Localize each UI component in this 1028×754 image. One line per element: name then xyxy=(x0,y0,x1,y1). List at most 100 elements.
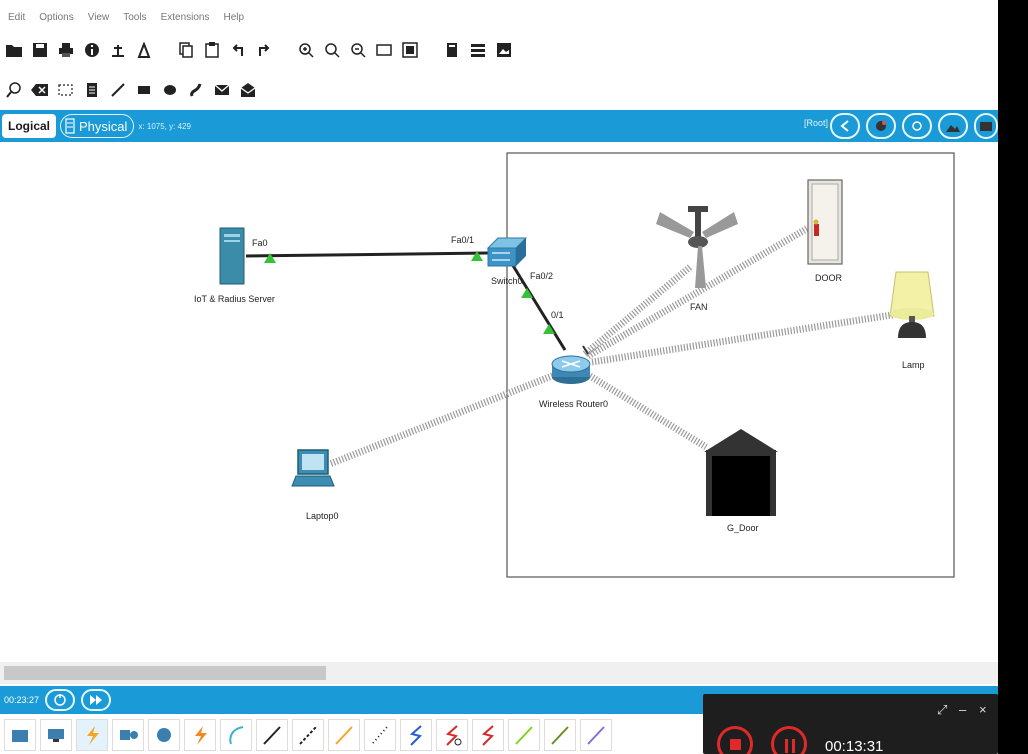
back-arrow-icon xyxy=(840,120,849,132)
add-simple-pdu-icon[interactable] xyxy=(212,80,232,100)
menu-edit[interactable]: Edit xyxy=(8,12,25,23)
add-complex-pdu-icon[interactable] xyxy=(238,80,258,100)
components-icon[interactable] xyxy=(112,719,144,751)
coaxial-cable-icon[interactable] xyxy=(400,719,432,751)
physical-icon xyxy=(65,118,75,134)
zoom-reset-icon[interactable] xyxy=(322,40,342,60)
viewport-button[interactable] xyxy=(974,113,998,139)
list-view-icon[interactable] xyxy=(468,40,488,60)
print-icon[interactable] xyxy=(56,40,76,60)
garage-door-device[interactable]: G_Door xyxy=(704,429,778,533)
select-area-icon[interactable] xyxy=(56,80,76,100)
network-devices-icon[interactable] xyxy=(4,719,36,751)
port-label-router-01: 0/1 xyxy=(551,310,564,320)
server-view-icon[interactable] xyxy=(442,40,462,60)
port-label-server-fa0: Fa0 xyxy=(252,238,268,248)
door-device[interactable]: DOOR xyxy=(807,179,843,283)
network-wizard-icon[interactable] xyxy=(108,40,128,60)
paste-icon[interactable] xyxy=(202,40,222,60)
menu-tools[interactable]: Tools xyxy=(123,12,146,23)
tab-physical-label: Physical xyxy=(79,118,128,134)
link-server-switch[interactable] xyxy=(245,251,489,258)
redo-icon[interactable] xyxy=(254,40,274,60)
new-cluster-button[interactable] xyxy=(866,113,896,139)
save-icon[interactable] xyxy=(30,40,50,60)
tab-logical[interactable]: Logical xyxy=(2,114,57,138)
image-icon[interactable] xyxy=(494,40,514,60)
freeform-icon[interactable] xyxy=(186,80,206,100)
switch-device[interactable]: Switch0 xyxy=(486,237,528,286)
menu-extensions[interactable]: Extensions xyxy=(161,12,210,23)
console-cable-icon[interactable] xyxy=(220,719,252,751)
port-label-switch-fa02: Fa0/2 xyxy=(530,271,553,281)
phone-cable-icon[interactable] xyxy=(364,719,396,751)
undo-icon[interactable] xyxy=(228,40,248,60)
lamp-device[interactable]: Lamp xyxy=(889,271,935,370)
logical-workspace[interactable]: Fa0 Fa0/1 Fa0/2 0/1 IoT & Radius Server … xyxy=(0,142,998,662)
wireless-link-lamp xyxy=(591,310,899,366)
black-border xyxy=(998,0,1028,754)
tab-physical[interactable]: Physical xyxy=(60,114,135,138)
laptop-device[interactable]: Laptop0 xyxy=(291,449,339,521)
zoom-out-icon[interactable] xyxy=(348,40,368,60)
move-object-button[interactable] xyxy=(902,113,932,139)
power-cycle-button[interactable] xyxy=(45,689,76,711)
draw-line-icon[interactable] xyxy=(108,80,128,100)
stop-recording-button[interactable] xyxy=(717,726,753,754)
port-label-switch-fa01: Fa0/1 xyxy=(451,235,474,245)
drawing-palette-icon[interactable] xyxy=(374,40,394,60)
set-background-button[interactable] xyxy=(938,113,968,139)
switch-label: Switch0 xyxy=(491,276,523,286)
info-icon[interactable] xyxy=(82,40,102,60)
draw-rectangle-icon[interactable] xyxy=(134,80,154,100)
delete-icon[interactable] xyxy=(30,80,50,100)
horizontal-scrollbar[interactable] xyxy=(0,662,998,684)
crossover-cable-icon[interactable] xyxy=(292,719,324,751)
misc-icon[interactable] xyxy=(148,719,180,751)
wireless-link-fan xyxy=(582,264,693,357)
menu-help[interactable]: Help xyxy=(223,12,244,23)
device-type-toolbar xyxy=(0,716,700,754)
main-toolbar xyxy=(0,34,998,66)
common-tools-bar xyxy=(0,74,998,106)
screen-recorder-panel: ⤢ – × 00:13:31 xyxy=(703,694,998,754)
custom-device-icon[interactable] xyxy=(400,40,420,60)
power-cycle-icon xyxy=(54,694,66,706)
zoom-in-icon[interactable] xyxy=(296,40,316,60)
minimize-icon[interactable]: – xyxy=(959,702,966,717)
auto-connection-icon[interactable] xyxy=(184,719,216,751)
menu-view[interactable]: View xyxy=(88,12,110,23)
cursor-coordinates: x: 1075, y: 429 xyxy=(138,121,191,131)
close-icon[interactable]: × xyxy=(979,702,987,717)
connections-icon[interactable] xyxy=(76,719,108,751)
landscape-icon xyxy=(946,125,960,132)
copy-icon[interactable] xyxy=(176,40,196,60)
root-breadcrumb[interactable]: [Root] xyxy=(804,118,828,128)
pause-recording-button[interactable] xyxy=(771,726,807,754)
menu-bar: Edit Options View Tools Extensions Help xyxy=(0,0,998,34)
iot-custom-cable-icon[interactable] xyxy=(544,719,576,751)
server-label: IoT & Radius Server xyxy=(194,294,275,304)
straight-through-cable-icon[interactable] xyxy=(256,719,288,751)
scrollbar-thumb[interactable] xyxy=(4,666,326,680)
end-devices-icon[interactable] xyxy=(40,719,72,751)
inspect-icon[interactable] xyxy=(4,80,24,100)
fast-forward-icon xyxy=(90,695,103,705)
garage-door-label: G_Door xyxy=(727,523,759,533)
serial-dce-icon[interactable] xyxy=(436,719,468,751)
lamp-label: Lamp xyxy=(902,360,925,370)
usb-cable-icon[interactable] xyxy=(580,719,612,751)
back-button[interactable] xyxy=(830,113,860,139)
menu-options[interactable]: Options xyxy=(39,12,73,23)
fiber-cable-icon[interactable] xyxy=(328,719,360,751)
expand-icon[interactable]: ⤢ xyxy=(937,702,947,718)
open-folder-icon[interactable] xyxy=(4,40,24,60)
fan-device[interactable]: FAN xyxy=(656,206,738,312)
serial-dte-icon[interactable] xyxy=(472,719,504,751)
fast-forward-button[interactable] xyxy=(81,689,112,711)
note-icon[interactable] xyxy=(82,80,102,100)
octal-cable-icon[interactable] xyxy=(508,719,540,751)
door-label: DOOR xyxy=(815,273,843,283)
activity-wizard-icon[interactable] xyxy=(134,40,154,60)
draw-ellipse-icon[interactable] xyxy=(160,80,180,100)
